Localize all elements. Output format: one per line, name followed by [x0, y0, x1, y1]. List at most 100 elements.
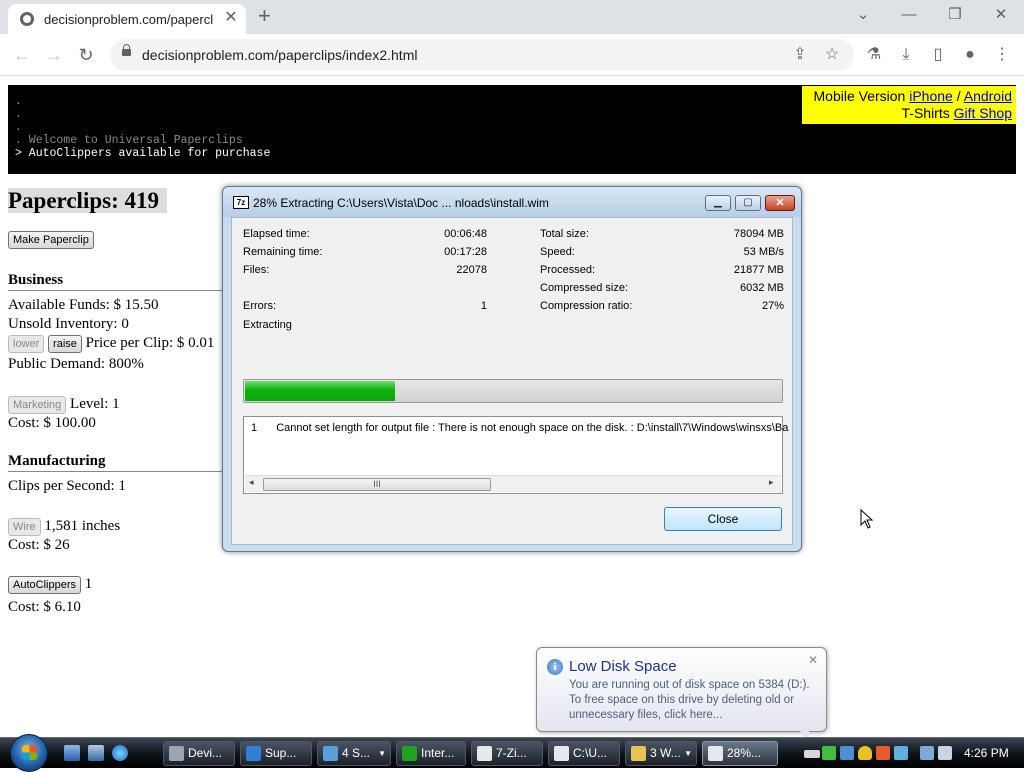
autoclippers-button[interactable]: AutoClippers — [8, 576, 81, 594]
price-per-clip: Price per Clip: $ 0.01 — [85, 335, 215, 351]
taskbar-button-cu[interactable]: C:\U... — [548, 741, 620, 766]
gift-shop-link[interactable]: Gift Shop — [954, 105, 1012, 121]
mobile-version-label: Mobile Version — [813, 88, 906, 104]
url-text[interactable]: decisionproblem.com/paperclips/index2.ht… — [142, 47, 417, 63]
taskbar-button-group-s[interactable]: 4 S... ▼ — [317, 741, 391, 766]
device-manager-icon — [169, 746, 184, 761]
available-funds: Available Funds: $ 15.50 — [8, 297, 159, 313]
tab-title: decisionproblem.com/paperclips — [44, 12, 214, 27]
new-tab-button[interactable]: + — [258, 4, 271, 28]
tab-close-icon[interactable]: ✕ — [222, 9, 240, 27]
make-paperclip-button[interactable]: Make Paperclip — [8, 231, 94, 249]
files-value: 22078 — [456, 264, 487, 276]
dialog-minimize-icon[interactable]: ▁ — [705, 195, 731, 211]
start-orb-icon[interactable] — [10, 734, 48, 772]
low-disk-space-notification[interactable]: i Low Disk Space You are running out of … — [536, 647, 827, 742]
forward-icon[interactable]: → — [42, 43, 66, 67]
browser-tab[interactable]: decisionproblem.com/paperclips ✕ — [8, 4, 246, 34]
scroll-left-icon[interactable]: ◂ — [249, 477, 254, 488]
internet-explorer-icon[interactable] — [112, 745, 128, 761]
sevenzip-icon — [477, 746, 492, 761]
taskbar-button-label: 28%... — [727, 746, 762, 760]
share-icon[interactable]: ⇪ — [788, 43, 812, 67]
restore-icon[interactable]: ❐ — [944, 4, 966, 26]
taskbar-button-support[interactable]: Sup... — [240, 741, 312, 766]
security-shield-icon[interactable] — [858, 746, 872, 760]
raise-price-button[interactable]: raise — [48, 335, 82, 353]
notification-close-icon[interactable]: ✕ — [808, 653, 818, 667]
folder-icon — [631, 746, 646, 761]
processed-label: Processed: — [540, 264, 596, 276]
mouse-cursor-icon — [860, 509, 874, 529]
elapsed-time-value: 00:06:48 — [444, 228, 487, 240]
compressed-size-label: Compressed size: — [540, 282, 629, 294]
profile-avatar-icon[interactable]: ● — [958, 43, 982, 67]
wire-amount: 1,581 inches — [44, 518, 121, 534]
tab-strip: decisionproblem.com/paperclips ✕ + ⌄ — ❐… — [0, 0, 1024, 34]
browser-toolbar: ← → ↻ decisionproblem.com/paperclips/ind… — [0, 34, 1024, 76]
window-close-icon[interactable]: ✕ — [990, 4, 1012, 26]
taskbar-button-group-w[interactable]: 3 W... ▼ — [625, 741, 697, 766]
dialog-close-icon[interactable]: ✕ — [765, 195, 795, 211]
mobile-links-box: Mobile Version iPhone / Android T-Shirts… — [802, 86, 1016, 124]
sevenzip-icon — [554, 746, 569, 761]
taskbar-button-label: C:\U... — [573, 746, 608, 760]
close-button[interactable]: Close — [664, 507, 782, 531]
dialog-titlebar[interactable]: 7z 28% Extracting C:\Users\Vista\Doc ...… — [223, 187, 801, 217]
alert-icon[interactable] — [876, 746, 890, 760]
dialog-title: 28% Extracting C:\Users\Vista\Doc ... nl… — [253, 196, 549, 210]
volume-muted-icon[interactable] — [938, 746, 952, 760]
taskbar-button-device[interactable]: Devi... — [163, 741, 235, 766]
iphone-link[interactable]: iPhone — [909, 88, 953, 104]
elapsed-time-label: Elapsed time: — [243, 228, 310, 240]
system-tray: 4:26 PM — [804, 740, 1024, 767]
android-link[interactable]: Android — [964, 88, 1012, 104]
taskbar-button-7zip[interactable]: 7-Zi... — [471, 741, 543, 766]
status-text: Extracting — [243, 319, 292, 331]
labs-flask-icon[interactable]: ⚗ — [862, 43, 886, 67]
taskbar-button-internet[interactable]: Inter... — [396, 741, 466, 766]
side-panel-icon[interactable]: ▯ — [926, 43, 950, 67]
taskbar-button-label: 4 S... — [342, 746, 371, 760]
extraction-dialog: 7z 28% Extracting C:\Users\Vista\Doc ...… — [222, 186, 802, 552]
buy-wire-button[interactable]: Wire — [8, 518, 41, 536]
remaining-time-label: Remaining time: — [243, 246, 323, 258]
menu-kebab-icon[interactable]: ⋮ — [990, 43, 1014, 67]
minimize-icon[interactable]: — — [898, 4, 920, 26]
network-flag-icon[interactable] — [822, 746, 836, 760]
address-bar[interactable]: decisionproblem.com/paperclips/index2.ht… — [110, 39, 854, 71]
files-label: Files: — [243, 264, 270, 276]
compressed-size-value: 6032 MB — [739, 282, 784, 294]
error-log-list[interactable]: 1 Cannot set length for output file : Th… — [243, 416, 788, 494]
display-icon[interactable] — [920, 746, 934, 760]
usb-drive-icon[interactable] — [804, 750, 820, 758]
back-icon[interactable]: ← — [10, 43, 34, 67]
network-icon[interactable] — [894, 746, 908, 760]
switch-windows-icon[interactable] — [88, 745, 104, 761]
horizontal-scrollbar[interactable]: ◂ III ▸ — [245, 475, 781, 492]
taskbar-button-extract-progress[interactable]: 28%... — [702, 741, 778, 766]
notification-message[interactable]: You are running out of disk space on 538… — [569, 678, 819, 723]
remaining-time-value: 00:17:28 — [444, 246, 487, 258]
lock-icon[interactable] — [122, 44, 131, 56]
monitor-icon[interactable] — [840, 746, 854, 760]
divider — [8, 290, 222, 291]
reload-icon[interactable]: ↻ — [74, 43, 98, 67]
unsold-inventory: Unsold Inventory: 0 — [8, 316, 129, 332]
download-icon[interactable]: ⤓ — [894, 43, 918, 67]
lower-price-button[interactable]: lower — [8, 335, 45, 353]
bookmark-star-icon[interactable]: ☆ — [820, 43, 844, 67]
ie-icon — [246, 746, 261, 761]
wire-cost: Cost: $ 26 — [8, 537, 70, 553]
show-desktop-icon[interactable] — [64, 745, 80, 761]
marketing-button[interactable]: Marketing — [8, 396, 67, 414]
scroll-right-icon[interactable]: ▸ — [769, 477, 774, 488]
link-separator: / — [956, 88, 961, 104]
scrollbar-thumb[interactable]: III — [263, 478, 491, 491]
taskbar-clock[interactable]: 4:26 PM — [964, 746, 1009, 760]
errors-value: 1 — [480, 300, 487, 312]
notification-title: Low Disk Space — [569, 658, 677, 675]
tab-search-icon[interactable]: ⌄ — [852, 4, 874, 26]
dialog-maximize-icon[interactable]: ▢ — [735, 195, 761, 211]
log-row[interactable]: 1 Cannot set length for output file : Th… — [251, 422, 788, 434]
